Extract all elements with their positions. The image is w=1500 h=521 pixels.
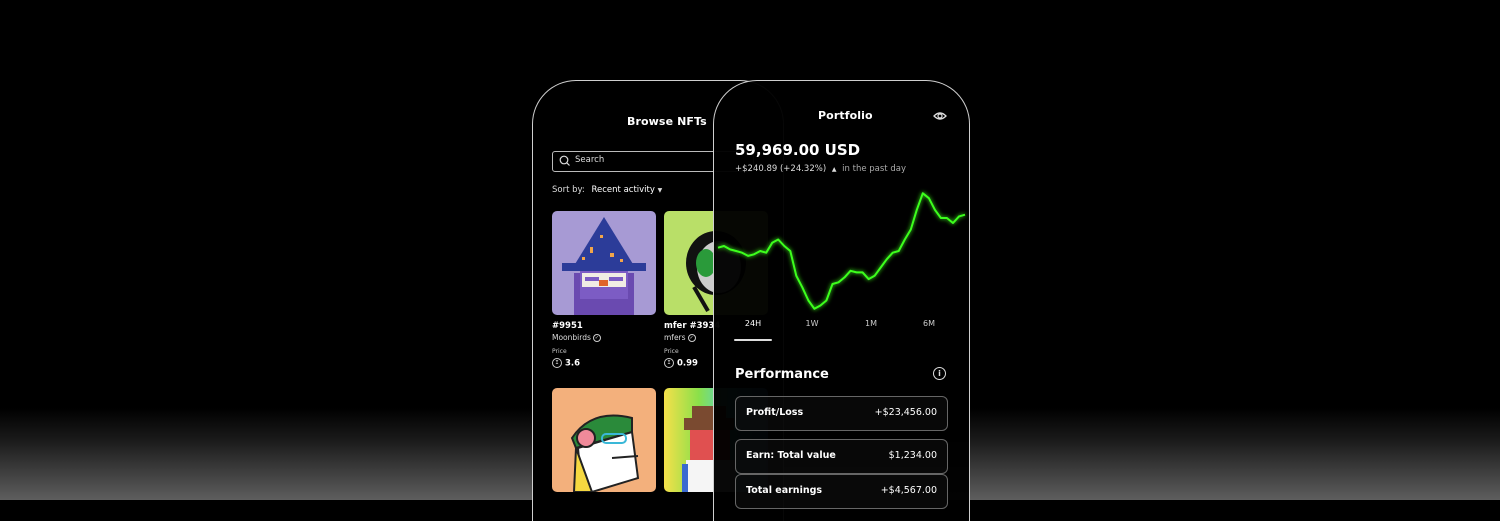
nft-collection-name: mfers [664,333,686,342]
stat-value: +$4,567.00 [880,485,937,496]
tab-6m[interactable]: 6M [923,319,935,328]
eth-icon: Ξ [552,358,562,368]
nft-collection: Moonbirds ✓ [552,333,601,342]
search-placeholder: Search [575,155,605,165]
chart-series-line [717,192,966,310]
nft-name: mfer #3934 [664,321,721,331]
stat-label: Total earnings [746,485,823,496]
nft-collection: mfers ✓ [664,333,696,342]
change-amount: +$240.89 (+24.32%) [735,164,827,174]
sort-value: Recent activity [591,185,655,195]
tab-24h[interactable]: 24H [745,319,761,328]
verified-icon: ✓ [592,334,601,342]
sort-control[interactable]: Sort by: Recent activity ▼ [552,185,662,195]
change-period: in the past day [842,164,906,174]
price-label: Price [552,348,567,355]
portfolio-title: Portfolio [818,109,873,122]
price-label: Price [664,348,679,355]
nft-price-value: 3.6 [565,358,581,369]
stat-label: Earn: Total value [746,450,836,461]
search-icon [559,155,570,166]
sort-label: Sort by: [552,185,585,195]
verified-icon: ✓ [687,334,696,342]
browse-title: Browse NFTs [627,115,707,128]
portfolio-change: +$240.89 (+24.32%) ▲ in the past day [735,164,906,174]
tab-1w[interactable]: 1W [806,319,819,328]
stat-earn-total-value[interactable]: Earn: Total value $1,234.00 [735,439,948,474]
info-icon[interactable]: i [933,367,946,380]
stat-value: +$23,456.00 [874,407,937,418]
stat-total-earnings[interactable]: Total earnings +$4,567.00 [735,474,948,509]
nft-name: #9951 [552,321,583,331]
triangle-up-icon: ▲ [831,166,837,173]
nft-collection-name: Moonbirds [552,333,591,342]
nft-price: Ξ 0.99 [664,358,698,369]
stat-label: Profit/Loss [746,407,804,418]
portfolio-phone: Portfolio 59,969.00 USD +$240.89 (+24.32… [713,80,970,521]
portfolio-balance: 59,969.00 USD [735,141,861,159]
performance-title: Performance [735,367,829,382]
eth-icon: Ξ [664,358,674,368]
stat-profit-loss[interactable]: Profit/Loss +$23,456.00 [735,396,948,431]
nft-image-3[interactable] [552,388,656,492]
portfolio-line-chart [717,192,966,310]
eye-icon[interactable] [933,111,947,121]
nft-price-value: 0.99 [677,358,698,369]
stat-value: $1,234.00 [888,450,937,461]
tab-1m[interactable]: 1M [865,319,877,328]
nft-art-3 [570,414,640,492]
active-tab-indicator [734,339,772,341]
nft-price: Ξ 3.6 [552,358,580,369]
caret-down-icon: ▼ [657,187,663,194]
moonbird-art [562,217,646,315]
nft-image-moonbird[interactable] [552,211,656,315]
